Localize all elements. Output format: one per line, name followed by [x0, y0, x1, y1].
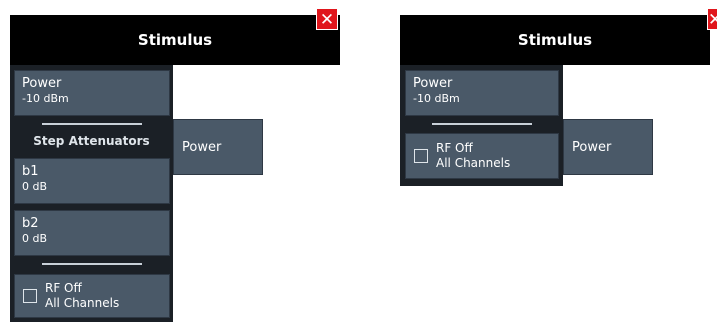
rf-off-label: RF Off All Channels [45, 281, 119, 311]
side-tab-label: Power [182, 139, 222, 155]
rf-off-line2: All Channels [45, 296, 120, 310]
side-tab-power-left[interactable]: Power [173, 119, 263, 175]
power-button-left[interactable]: Power -10 dBm [14, 70, 170, 116]
panel-title-right: Stimulus [400, 15, 710, 65]
close-button-left[interactable]: ✕ [316, 8, 338, 30]
panel-title-left: Stimulus [10, 15, 340, 65]
close-icon: ✕ [319, 10, 335, 30]
power-value: -10 dBm [22, 92, 69, 105]
b2-value: 0 dB [22, 232, 48, 245]
b1-label: b1 [22, 164, 39, 179]
power-button-right[interactable]: Power -10 dBm [405, 70, 559, 116]
close-icon: ✕ [708, 10, 718, 30]
b2-button[interactable]: b2 0 dB [14, 210, 170, 256]
rf-off-checkbox-right[interactable] [414, 149, 428, 163]
power-label: Power [22, 76, 62, 91]
rf-off-line2: All Channels [436, 156, 511, 170]
rf-off-line1: RF Off [436, 141, 473, 155]
separator [42, 123, 142, 125]
panel-title-text: Stimulus [137, 31, 213, 49]
rf-off-all-channels-button-left[interactable]: RF Off All Channels [14, 274, 170, 318]
b1-button[interactable]: b1 0 dB [14, 158, 170, 204]
section-label-step-attenuators: Step Attenuators [33, 134, 150, 148]
b1-value: 0 dB [22, 180, 48, 193]
b2-label: b2 [22, 216, 39, 231]
rf-off-all-channels-button-right[interactable]: RF Off All Channels [405, 133, 559, 179]
separator [42, 263, 142, 265]
close-button-right[interactable]: ✕ [707, 8, 718, 30]
separator [432, 123, 532, 125]
power-value: -10 dBm [413, 92, 460, 105]
side-tab-label: Power [572, 139, 612, 155]
side-tab-power-right[interactable]: Power [563, 119, 653, 175]
rf-off-checkbox-left[interactable] [23, 289, 37, 303]
rf-off-line1: RF Off [45, 281, 82, 295]
panel-title-text: Stimulus [517, 31, 593, 49]
stage: Stimulus ✕ Power -10 dBm Step Attenuator… [0, 0, 718, 322]
power-label: Power [413, 76, 453, 91]
rf-off-label: RF Off All Channels [436, 141, 510, 171]
